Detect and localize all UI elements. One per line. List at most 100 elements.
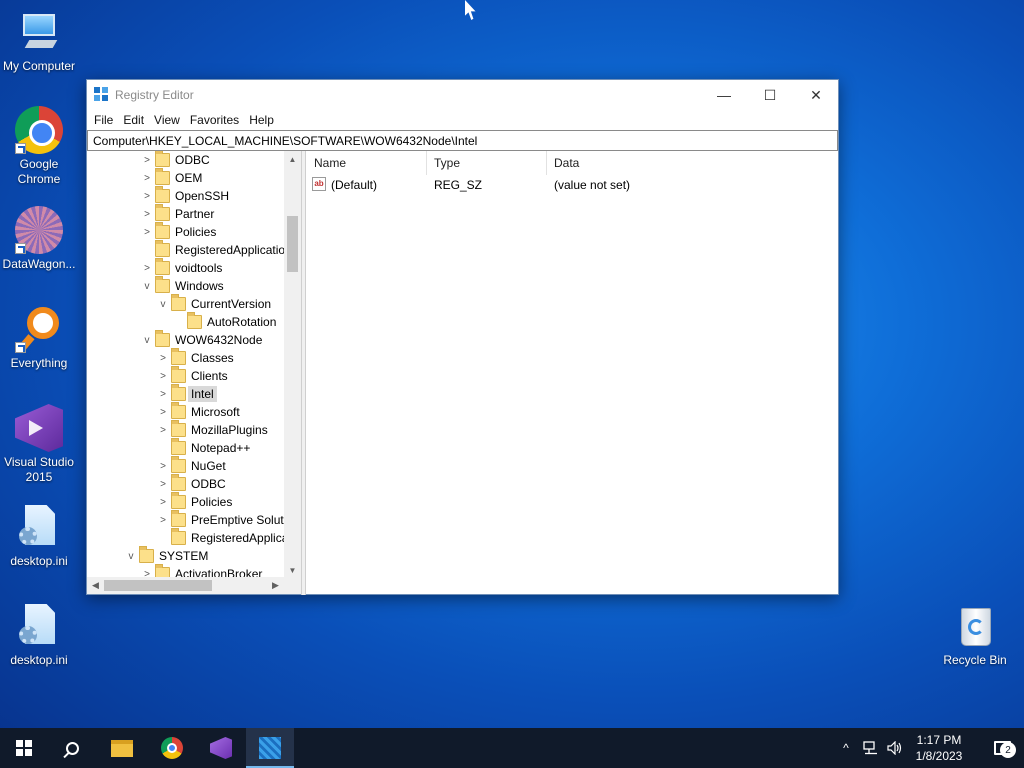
desktop-icon-everything[interactable]: Everything (0, 305, 78, 371)
chevron-right-icon[interactable]: > (139, 187, 155, 205)
folder-icon (171, 474, 186, 491)
tree-item[interactable]: > MozillaPlugins (155, 420, 268, 439)
search-icon (65, 741, 79, 755)
tree-item-label: AutoRotation (207, 315, 277, 329)
tree-item[interactable]: > Microsoft (155, 402, 240, 421)
tree-item[interactable]: > ODBC (155, 474, 226, 493)
chevron-down-icon[interactable]: v (139, 277, 155, 295)
desktop-icon-desktop-ini-2[interactable]: desktop.ini (0, 602, 78, 668)
folder-icon (171, 402, 186, 419)
tree-item-label: voidtools (175, 261, 223, 275)
close-button[interactable]: ✕ (793, 80, 839, 110)
taskbar-registry-editor[interactable] (246, 728, 294, 768)
tree-item[interactable]: > Classes (155, 348, 234, 367)
taskbar-file-explorer[interactable] (98, 728, 146, 768)
chevron-right-icon[interactable]: > (139, 169, 155, 187)
chevron-right-icon[interactable]: > (155, 511, 171, 529)
tree-item[interactable]: > OEM (139, 168, 202, 187)
tree-item[interactable]: Notepad++ (155, 438, 251, 457)
menu-bar: File Edit View Favorites Help (87, 110, 838, 130)
value-row[interactable]: ab (Default) REG_SZ (value not set) (307, 176, 837, 194)
tree-item[interactable]: > NuGet (155, 456, 226, 475)
minimize-button[interactable]: — (701, 80, 747, 110)
address-bar[interactable]: Computer\HKEY_LOCAL_MACHINE\SOFTWARE\WOW… (87, 130, 838, 151)
tree-item[interactable]: > ODBC (139, 151, 210, 169)
chevron-right-icon[interactable]: > (155, 457, 171, 475)
tree-item[interactable]: > Clients (155, 366, 228, 385)
menu-favorites[interactable]: Favorites (185, 113, 244, 127)
chevron-right-icon[interactable]: > (155, 421, 171, 439)
scroll-down-icon[interactable]: ▼ (284, 562, 301, 578)
taskbar-visual-studio[interactable] (197, 728, 245, 768)
show-hidden-icons-button[interactable]: ^ (836, 728, 856, 768)
chevron-right-icon[interactable]: > (155, 349, 171, 367)
tree-vertical-scrollbar[interactable]: ▲ ▼ (284, 151, 301, 578)
tree-item[interactable]: > Partner (139, 204, 214, 223)
tree-item[interactable]: v CurrentVersion (155, 294, 271, 313)
chevron-right-icon[interactable]: > (139, 223, 155, 241)
chevron-right-icon[interactable]: > (155, 403, 171, 421)
menu-file[interactable]: File (89, 113, 118, 127)
title-bar[interactable]: Registry Editor — ☐ ✕ (87, 80, 838, 110)
scrollbar-thumb[interactable] (104, 580, 212, 591)
chevron-right-icon[interactable]: > (155, 493, 171, 511)
scroll-up-icon[interactable]: ▲ (284, 151, 301, 167)
chevron-right-icon[interactable]: > (139, 151, 155, 169)
column-header-data[interactable]: Data (547, 151, 835, 175)
folder-icon (171, 384, 186, 401)
menu-edit[interactable]: Edit (118, 113, 149, 127)
chevron-right-icon[interactable]: > (155, 475, 171, 493)
action-center-button[interactable]: 2 (980, 728, 1024, 768)
folder-icon (171, 456, 186, 473)
start-button[interactable] (0, 728, 48, 768)
tree-item[interactable]: > Policies (139, 222, 216, 241)
scrollbar-thumb[interactable] (287, 216, 298, 272)
computer-icon (15, 8, 63, 56)
tree-item[interactable]: v SYSTEM (123, 546, 208, 565)
desktop-icon-datawagon[interactable]: DataWagon... (0, 206, 78, 272)
scroll-left-icon[interactable]: ◀ (87, 577, 104, 594)
network-icon[interactable] (860, 728, 882, 768)
tree-item[interactable]: v Windows (139, 276, 224, 295)
desktop-icon-my-computer[interactable]: My Computer (0, 8, 78, 74)
tree-item[interactable]: RegisteredApplications (155, 528, 301, 547)
chevron-right-icon[interactable]: > (155, 385, 171, 403)
folder-icon (155, 151, 170, 167)
chevron-down-icon[interactable]: v (155, 295, 171, 313)
tree-item[interactable]: v WOW6432Node (139, 330, 262, 349)
visual-studio-icon (210, 737, 232, 759)
desktop-icon-visual-studio[interactable]: Visual Studio 2015 (0, 404, 78, 485)
desktop-icon-recycle-bin[interactable]: Recycle Bin (936, 602, 1014, 668)
tree-item[interactable]: > PreEmptive Solutions (155, 510, 301, 529)
scroll-right-icon[interactable]: ▶ (267, 577, 284, 594)
desktop-icon-google-chrome[interactable]: Google Chrome (0, 106, 78, 187)
column-header-type[interactable]: Type (427, 151, 547, 175)
tree-horizontal-scrollbar[interactable]: ◀ ▶ (87, 577, 301, 594)
volume-icon[interactable] (884, 728, 906, 768)
column-header-name[interactable]: Name (307, 151, 427, 175)
menu-help[interactable]: Help (244, 113, 279, 127)
tree-item[interactable]: AutoRotation (171, 312, 277, 331)
chevron-right-icon[interactable]: > (139, 259, 155, 277)
chevron-down-icon[interactable]: v (139, 331, 155, 349)
maximize-button[interactable]: ☐ (747, 80, 793, 110)
system-clock[interactable]: 1:17 PM 1/8/2023 (905, 732, 973, 764)
search-button[interactable] (48, 728, 96, 768)
desktop-icon-label: Everything (10, 356, 68, 370)
tree-item-selected[interactable]: > Intel (155, 384, 217, 403)
tree-item[interactable]: > OpenSSH (139, 186, 229, 205)
desktop-icon-label: Google Chrome (17, 157, 61, 186)
chevron-right-icon[interactable]: > (155, 367, 171, 385)
menu-view[interactable]: View (149, 113, 185, 127)
tree-item[interactable]: > voidtools (139, 258, 223, 277)
tree-item-label: Notepad++ (191, 441, 251, 455)
chevron-right-icon[interactable]: > (139, 205, 155, 223)
value-data: (value not set) (554, 178, 631, 192)
tree-item[interactable]: > Policies (155, 492, 232, 511)
chevron-down-icon[interactable]: v (123, 547, 139, 565)
desktop-icon-label: desktop.ini (10, 554, 68, 568)
taskbar-chrome[interactable] (148, 728, 196, 768)
pane-splitter[interactable] (302, 151, 306, 595)
desktop-icon-desktop-ini[interactable]: desktop.ini (0, 503, 78, 569)
tree-item[interactable]: RegisteredApplications (139, 240, 298, 259)
